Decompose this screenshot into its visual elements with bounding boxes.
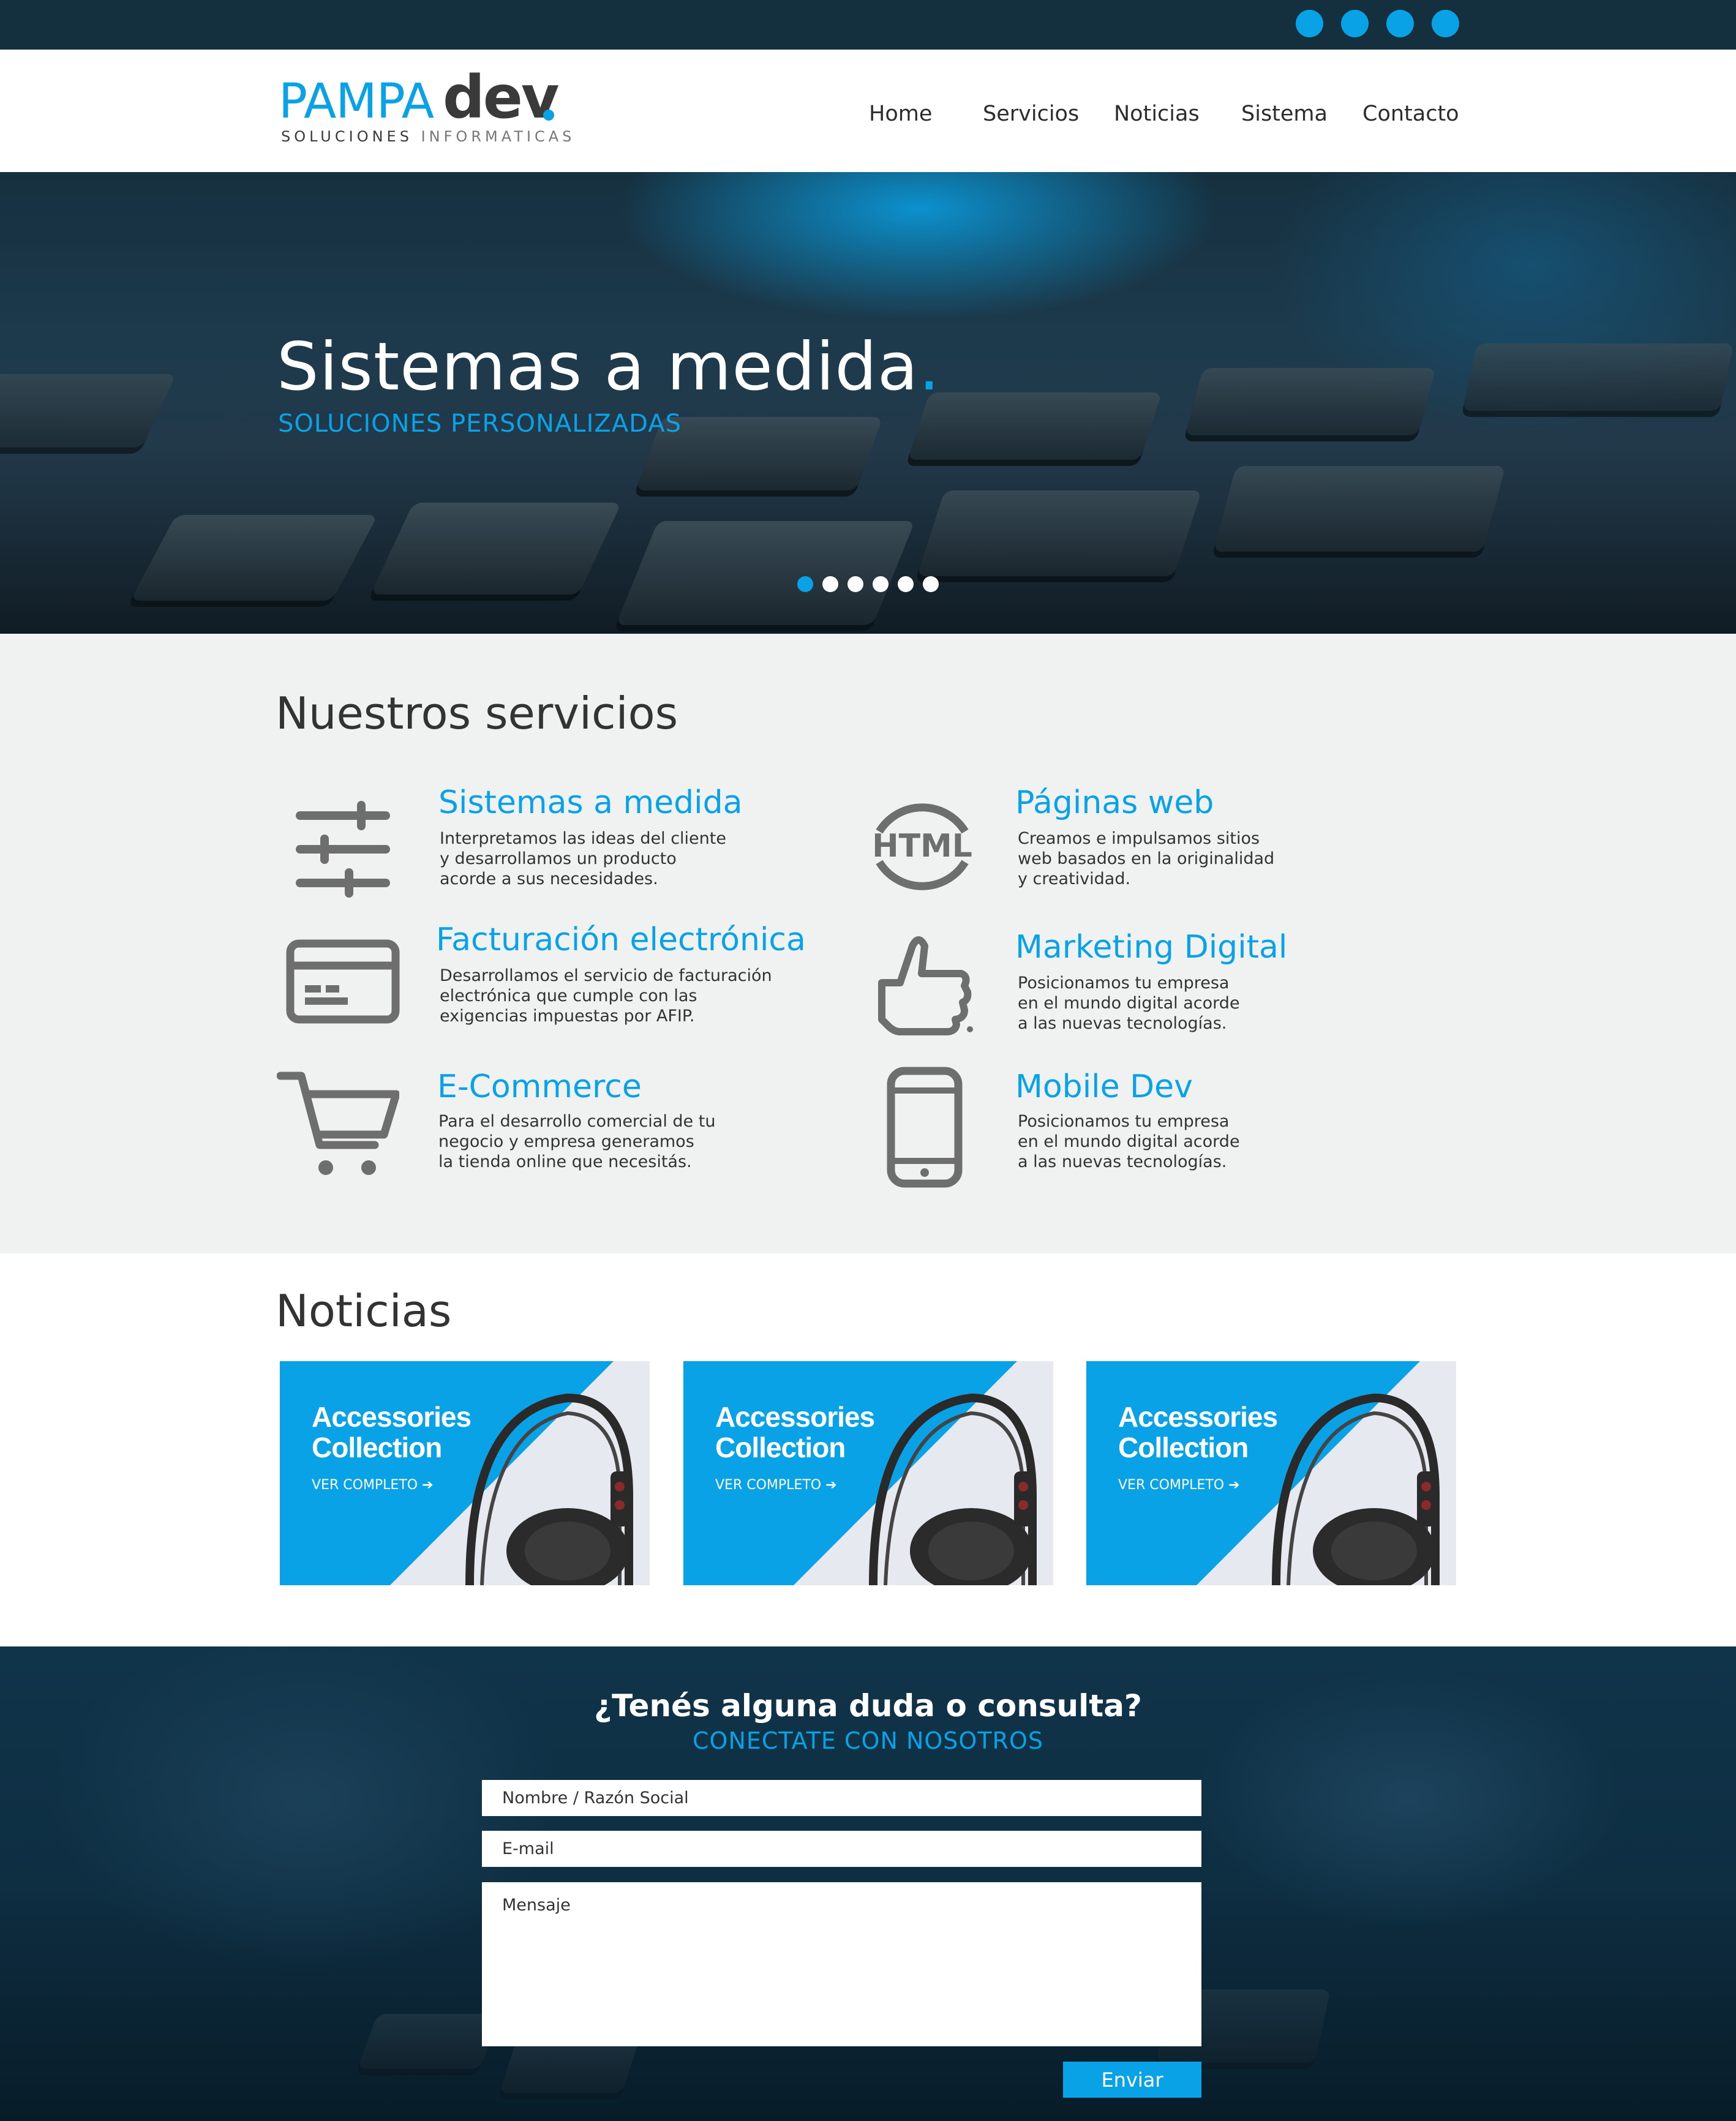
arrow-right-icon: ➔: [422, 1477, 434, 1493]
nav-servicios[interactable]: Servicios: [983, 102, 1079, 126]
nav-sistema[interactable]: Sistema: [1241, 102, 1328, 126]
service-desc-marketing: Posicionamos tu empresa en el mundo digi…: [1018, 974, 1240, 1033]
slider-dot-2[interactable]: [822, 576, 838, 592]
html-icon: HTML: [872, 803, 972, 890]
service-title-paginas: Páginas web: [1015, 784, 1214, 821]
nav-noticias[interactable]: Noticias: [1114, 102, 1200, 126]
sliders-icon: [296, 801, 390, 898]
keyboard-key: [907, 392, 1162, 460]
logo-tagline: SOLUCIONES INFORMATICAS: [281, 128, 575, 145]
keyboard-key: [917, 490, 1202, 576]
news-card-link[interactable]: VER COMPLETO ➔: [312, 1477, 434, 1493]
news-card-title: Accessories Collection: [715, 1401, 875, 1463]
send-button[interactable]: Enviar: [1063, 2062, 1201, 2098]
services-title: Nuestros servicios: [276, 688, 678, 739]
keyboard-key: [130, 515, 378, 601]
news-card-title: Accessories Collection: [312, 1401, 472, 1463]
service-title-marketing: Marketing Digital: [1015, 929, 1288, 966]
nav-contacto[interactable]: Contacto: [1362, 102, 1459, 126]
hero-subtitle: SOLUCIONES PERSONALIZADAS: [278, 410, 682, 438]
news-section: Noticias Accessories Collection VER COMP…: [0, 1253, 1736, 1646]
keyboard-key: [499, 2038, 640, 2093]
service-desc-facturacion: Desarrollamos el servicio de facturación…: [440, 966, 772, 1026]
keyboard-key: [1185, 368, 1436, 435]
service-desc-mobile: Posicionamos tu empresa en el mundo digi…: [1018, 1112, 1240, 1171]
contact-title: ¿Tenés alguna duda o consulta?: [594, 1688, 1142, 1724]
news-card[interactable]: Accessories Collection VER COMPLETO ➔: [1086, 1361, 1456, 1585]
headphones-image: [1272, 1393, 1440, 1585]
news-card-link-text: VER COMPLETO: [312, 1477, 418, 1493]
shopping-cart-icon: [277, 1072, 399, 1175]
news-card-link[interactable]: VER COMPLETO ➔: [1118, 1477, 1240, 1493]
keyboard-key: [357, 2014, 500, 2069]
news-title: Noticias: [276, 1285, 452, 1337]
service-title-ecommerce: E-Commerce: [437, 1068, 642, 1105]
top-bar: [0, 0, 1736, 50]
contact-subtitle: CONECTATE CON NOSOTROS: [693, 1727, 1043, 1754]
arrow-right-icon: ➔: [825, 1477, 837, 1493]
logo[interactable]: PAMPA dev SOLUCIONES INFORMATICAS: [279, 68, 571, 146]
logo-dot: [543, 110, 554, 121]
slider-dot-1[interactable]: [797, 576, 813, 592]
keyboard-key: [370, 503, 622, 595]
keyboard-key: [1462, 343, 1734, 411]
headphones-image: [465, 1393, 633, 1585]
service-desc-ecommerce: Para el desarrollo comercial de tu negoc…: [438, 1112, 716, 1171]
hero-title-text: Sistemas a medida: [277, 329, 919, 405]
news-card[interactable]: Accessories Collection VER COMPLETO ➔: [683, 1361, 1053, 1585]
news-card-link-text: VER COMPLETO: [715, 1477, 822, 1493]
smartphone-icon: [887, 1067, 963, 1188]
news-card[interactable]: Accessories Collection VER COMPLETO ➔: [280, 1361, 650, 1585]
logo-dev: dev: [443, 63, 559, 132]
slider-dot-3[interactable]: [847, 576, 863, 592]
headphones-image: [869, 1393, 1037, 1585]
news-card-link[interactable]: VER COMPLETO ➔: [715, 1477, 837, 1493]
keyboard-key: [615, 521, 915, 625]
site-header: PAMPA dev SOLUCIONES INFORMATICAS Home S…: [0, 50, 1736, 172]
logo-tagline-dark: SOLUCIONES: [281, 128, 413, 145]
nav-home[interactable]: Home: [869, 102, 932, 126]
social-icon-4[interactable]: [1432, 10, 1459, 37]
news-card-link-text: VER COMPLETO: [1118, 1477, 1225, 1493]
social-icon-1[interactable]: [1296, 10, 1323, 37]
hero-title: Sistemas a medida.: [277, 329, 940, 405]
social-icon-2[interactable]: [1341, 10, 1369, 37]
name-field[interactable]: [482, 1780, 1201, 1816]
email-field[interactable]: [482, 1831, 1201, 1867]
hero-slider: Sistemas a medida. SOLUCIONES PERSONALIZ…: [0, 172, 1736, 634]
html-icon-text: HTML: [872, 828, 972, 865]
logo-pampa: PAMPA: [279, 74, 434, 129]
slider-dot-5[interactable]: [898, 576, 914, 592]
thumbs-up-icon: [878, 936, 973, 1035]
logo-tagline-light: INFORMATICAS: [421, 128, 576, 145]
credit-card-icon: [286, 939, 400, 1024]
keyboard-key: [0, 374, 176, 448]
services-section: Nuestros servicios Sistemas a medida Int…: [0, 634, 1736, 1253]
hero-title-dot: .: [919, 329, 941, 405]
service-desc-sistemas: Interpretamos las ideas del cliente y de…: [440, 829, 726, 888]
service-title-sistemas: Sistemas a medida: [438, 784, 743, 821]
contact-section: ¿Tenés alguna duda o consulta? CONECTATE…: [0, 1646, 1736, 2121]
slider-dot-6[interactable]: [923, 576, 939, 592]
message-field[interactable]: [482, 1882, 1201, 2046]
service-title-facturacion: Facturación electrónica: [436, 922, 806, 958]
service-desc-paginas: Creamos e impulsamos sitios web basados …: [1018, 829, 1275, 888]
arrow-right-icon: ➔: [1228, 1477, 1240, 1493]
slider-dot-4[interactable]: [873, 576, 889, 592]
social-icon-3[interactable]: [1386, 10, 1414, 37]
service-title-mobile: Mobile Dev: [1015, 1068, 1193, 1105]
keyboard-key: [1213, 466, 1506, 552]
news-card-title: Accessories Collection: [1118, 1401, 1278, 1463]
